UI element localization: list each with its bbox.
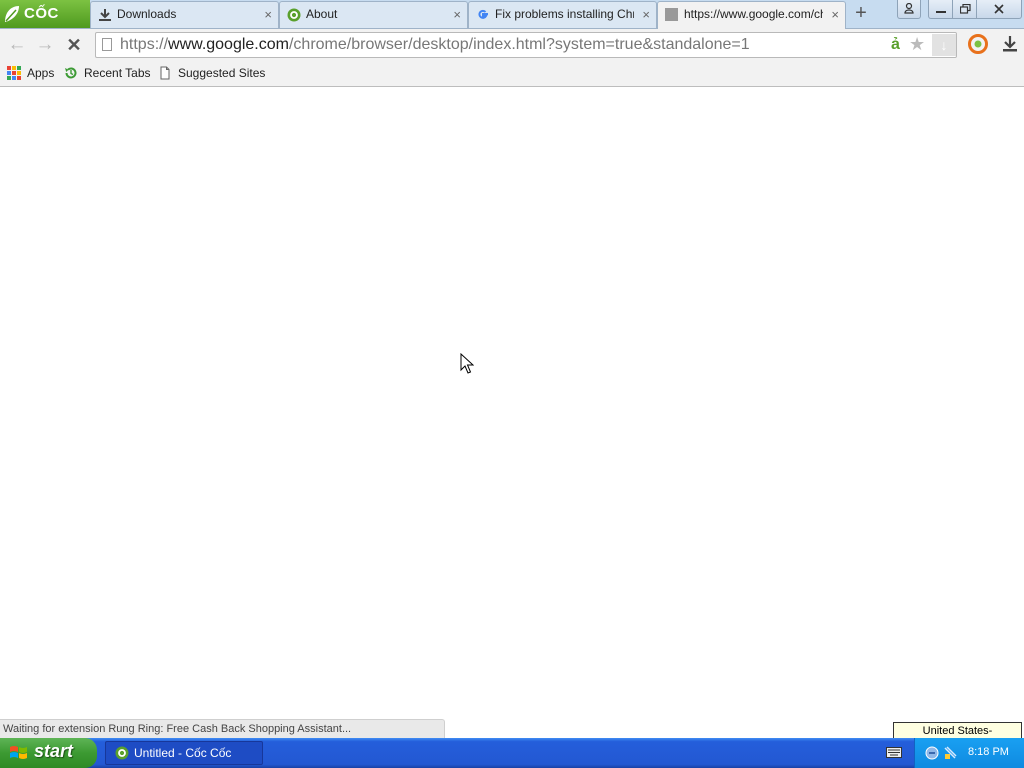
close-tab-icon[interactable]: × [453,2,461,27]
url-text[interactable]: https://www.google.com/chrome/browser/de… [120,33,750,57]
restore-button[interactable] [952,0,978,19]
close-tab-icon[interactable]: × [264,2,272,27]
bookmark-star-icon[interactable]: ★ [909,34,925,55]
close-window-button[interactable] [976,0,1022,19]
bookmark-label: Apps [27,66,55,80]
windows-flag-icon [10,746,27,759]
download-icon [1003,36,1017,52]
coccoc-dictionary-icon[interactable]: ả [891,36,900,54]
page-content[interactable] [0,87,1024,738]
security-shield-icon[interactable] [943,746,957,760]
bookmark-recent-tabs[interactable]: Recent Tabs [64,65,151,82]
status-bubble: Waiting for extension Rung Ring: Free Ca… [0,719,445,738]
profile-button[interactable] [897,0,921,19]
minimize-icon [936,11,946,13]
address-bar[interactable]: https://www.google.com/chrome/browser/de… [95,32,957,58]
taskbar-item-coccoc[interactable]: Untitled - Cốc Cốc [105,741,263,765]
recent-tabs-icon [65,67,77,79]
tab-google-chrome[interactable]: https://www.google.com/ch × [657,1,846,29]
bookmark-label: Recent Tabs [84,66,151,80]
url-scheme: https:// [120,36,169,53]
tab-label: https://www.google.com/ch [684,7,823,21]
browser-toolbar: ← → ✕ https://www.google.com/chrome/brow… [0,29,1024,61]
bookmark-label: Suggested Sites [178,66,266,80]
coccoc-leaf-icon [5,6,19,22]
download-icon [99,9,111,21]
user-icon [904,2,914,14]
page-icon [665,8,678,21]
bookmarks-bar: Apps Recent Tabs Suggested Sites [0,61,1024,87]
close-tab-icon[interactable]: × [831,2,839,27]
stop-icon: ✕ [66,35,82,55]
tab-strip: CỐC CỐC Downloads × About × Fix problems… [0,0,1024,50]
tab-downloads[interactable]: Downloads × [90,1,279,28]
taskbar: start Untitled - Cốc Cốc 8:18 PM [0,738,1024,768]
coccoc-logo[interactable]: CỐC CỐC [0,0,90,50]
bookmark-apps[interactable]: Apps [7,65,57,82]
url-path: /chrome/browser/desktop/index.html?syste… [288,36,750,53]
page-icon [160,66,170,80]
tab-label: About [306,7,338,21]
back-button[interactable]: ← [5,33,29,57]
bookmark-suggested-sites[interactable]: Suggested Sites [158,65,265,82]
close-icon [994,4,1004,14]
start-label: start [34,741,74,761]
back-arrow-icon: ← [7,34,27,55]
coccoc-icon [287,8,301,22]
page-icon [102,38,112,51]
coccoc-icon [115,746,129,760]
tab-about[interactable]: About × [279,1,468,28]
forward-arrow-icon: → [35,34,55,55]
tab-label: Fix problems installing Chrome [495,7,634,21]
close-tab-icon[interactable]: × [642,2,650,27]
tab-label: Downloads [117,7,177,21]
system-tray: 8:18 PM [914,738,1024,768]
apps-grid-icon [7,66,21,80]
downloads-button[interactable] [1000,32,1020,54]
clock[interactable]: 8:18 PM [968,746,1009,758]
network-icon[interactable] [925,746,939,760]
new-tab-button[interactable]: + [850,2,872,24]
minimize-button[interactable] [928,0,954,19]
start-button[interactable]: start [0,738,97,768]
url-domain: www.google.com [168,36,289,53]
stop-button[interactable]: ✕ [62,33,86,57]
mouse-cursor-icon [460,353,474,374]
forward-button[interactable]: → [33,33,57,57]
taskbar-item-label: Untitled - Cốc Cốc [134,746,232,760]
restore-icon [959,3,971,14]
google-g-icon [478,9,488,19]
keyboard-icon[interactable] [886,747,902,758]
coccoc-extension-icon[interactable] [968,34,988,54]
tab-fix-problems[interactable]: Fix problems installing Chrome × [468,1,657,28]
savior-download-icon[interactable]: ↓ [932,34,956,56]
